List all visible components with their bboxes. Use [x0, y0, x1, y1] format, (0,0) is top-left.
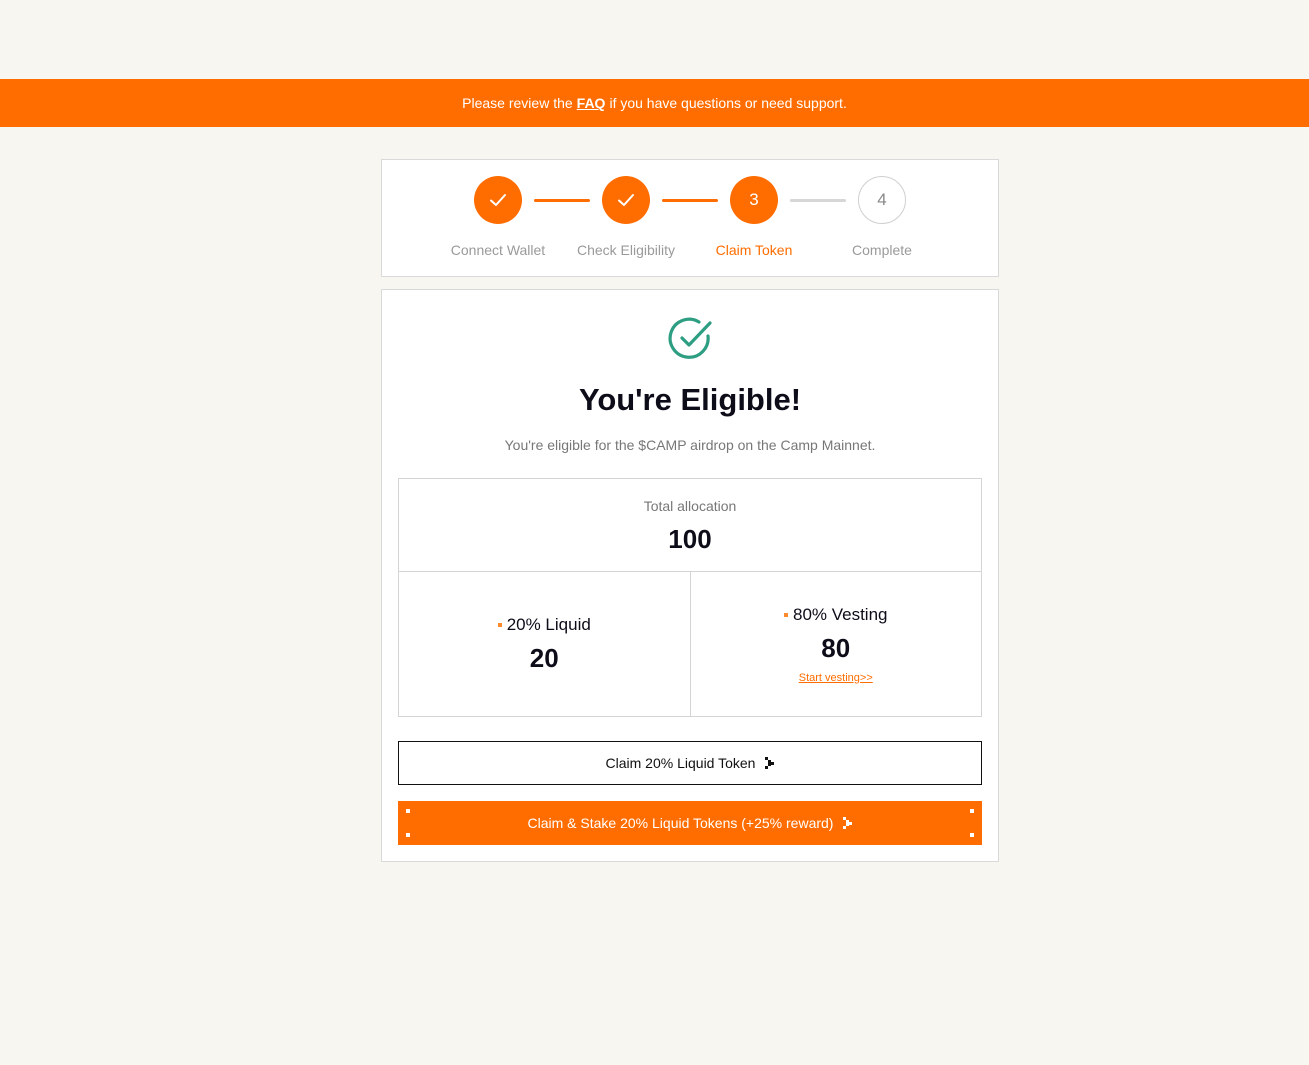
banner-suffix: if you have questions or need support. — [609, 95, 847, 111]
arrow-right-icon — [843, 817, 853, 829]
eligible-title: You're Eligible! — [578, 382, 802, 417]
banner-prefix: Please review the — [462, 95, 573, 111]
liquid-allocation: 20% Liquid 20 — [399, 572, 690, 716]
bullet-icon — [783, 612, 788, 617]
step-claim-token: 3 Claim Token — [694, 176, 814, 258]
eligible-subtitle: You're eligible for the $CAMP airdrop on… — [504, 437, 876, 453]
corner-marker — [970, 833, 974, 837]
check-icon — [490, 194, 506, 206]
claim-and-stake-button[interactable]: Claim & Stake 20% Liquid Tokens (+25% re… — [398, 801, 982, 845]
total-allocation-label: Total allocation — [643, 498, 737, 514]
step-1-circle — [474, 176, 522, 224]
total-allocation-value: 100 — [668, 524, 712, 554]
step-connect-wallet: Connect Wallet — [438, 176, 558, 258]
start-vesting-link[interactable]: Start vesting>> — [799, 672, 873, 684]
bullet-icon — [497, 622, 502, 627]
vesting-label: 80% Vesting — [792, 604, 888, 624]
step-4-label: Complete — [852, 242, 912, 258]
total-allocation: Total allocation 100 — [399, 479, 981, 572]
claim-and-stake-label: Claim & Stake 20% Liquid Tokens (+25% re… — [527, 815, 834, 831]
vesting-value: 80 — [821, 632, 851, 663]
step-2-circle — [602, 176, 650, 224]
faq-link[interactable]: FAQ — [577, 95, 606, 111]
step-2-label: Check Eligibility — [576, 242, 676, 258]
corner-marker — [406, 833, 410, 837]
liquid-value: 20 — [529, 642, 559, 673]
claim-liquid-button[interactable]: Claim 20% Liquid Token — [398, 741, 982, 785]
corner-marker — [406, 809, 410, 813]
claim-liquid-label: Claim 20% Liquid Token — [605, 755, 756, 771]
step-3-circle: 3 — [730, 176, 778, 224]
progress-stepper: Connect Wallet Check Eligibility 3 Claim… — [381, 159, 999, 277]
faq-banner: Please review the FAQ if you have questi… — [0, 79, 1309, 127]
step-check-eligibility: Check Eligibility — [566, 176, 686, 258]
vesting-allocation: 80% Vesting 80 Start vesting>> — [689, 572, 982, 716]
step-3-label: Claim Token — [715, 242, 793, 258]
liquid-label: 20% Liquid — [506, 614, 591, 634]
step-1-label: Connect Wallet — [450, 242, 546, 258]
allocation-table: Total allocation 100 20% Liquid 20 80% V… — [398, 478, 982, 717]
step-complete: 4 Complete — [822, 176, 942, 258]
step-4-circle: 4 — [858, 176, 906, 224]
arrow-right-icon — [765, 757, 775, 769]
corner-marker — [970, 809, 974, 813]
eligibility-card: You're Eligible! You're eligible for the… — [381, 289, 999, 862]
check-icon — [618, 194, 634, 206]
check-circle-icon — [668, 317, 712, 359]
